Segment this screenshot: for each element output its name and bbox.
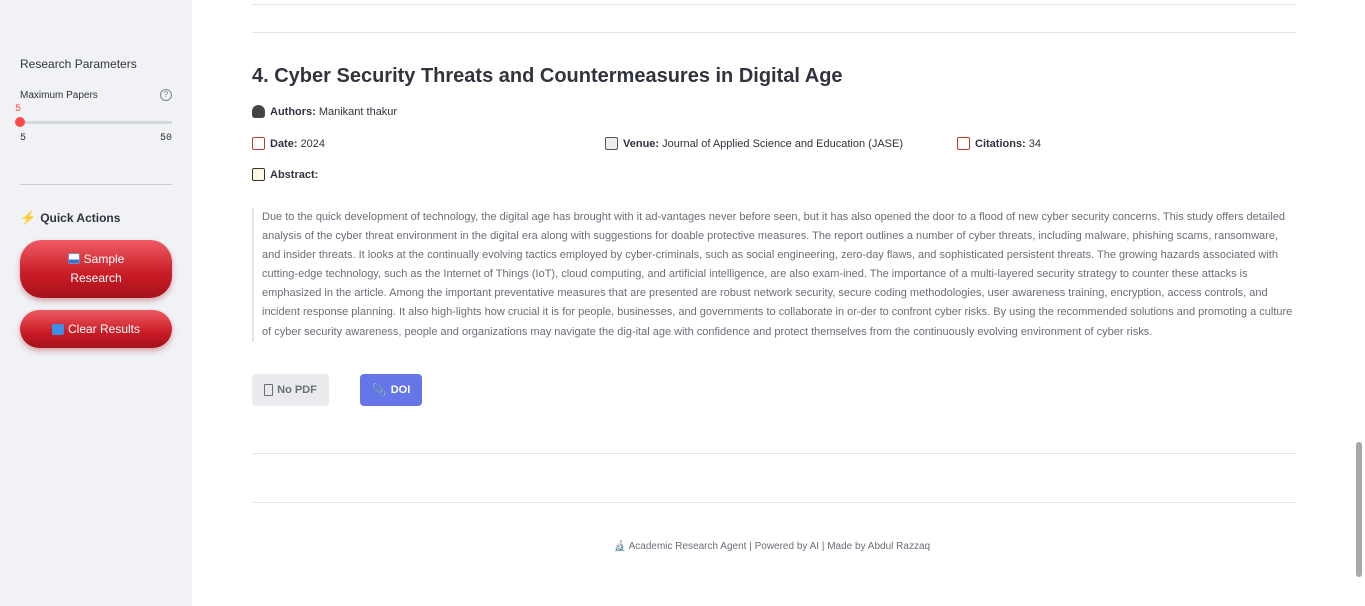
microscope-icon: 🔬 bbox=[613, 541, 627, 552]
calendar-icon bbox=[252, 137, 265, 150]
clear-results-button[interactable]: Clear Results bbox=[20, 310, 172, 348]
quick-actions-label: Quick Actions bbox=[40, 211, 121, 225]
authors-label: Authors: bbox=[270, 105, 316, 118]
paper-authors: Authors: Manikant thakur bbox=[252, 105, 397, 118]
paper-title: 4. Cyber Security Threats and Countermea… bbox=[252, 65, 843, 87]
refresh-icon bbox=[51, 323, 64, 335]
memo-icon bbox=[252, 168, 265, 181]
clear-results-label: Clear Results bbox=[67, 322, 141, 336]
max-papers-slider-track[interactable] bbox=[20, 121, 172, 124]
chart-up-icon bbox=[957, 137, 970, 150]
citations-label: Citations: bbox=[975, 137, 1026, 150]
divider-after-paper bbox=[252, 453, 1296, 454]
max-papers-slider-thumb[interactable] bbox=[15, 117, 25, 127]
abstract-heading: Abstract: bbox=[252, 168, 321, 181]
paper-citations: Citations: 34 bbox=[957, 137, 1041, 150]
no-pdf-label: No PDF bbox=[277, 384, 317, 396]
citations-value: 34 bbox=[1028, 137, 1041, 150]
venue-label: Venue: bbox=[623, 137, 660, 150]
max-papers-label: Maximum Papers bbox=[20, 90, 98, 101]
slider-current-value: 5 bbox=[15, 104, 22, 115]
quick-actions-header: ⚡ Quick Actions bbox=[20, 210, 120, 226]
date-value: 2024 bbox=[300, 137, 325, 150]
people-icon bbox=[252, 105, 265, 118]
document-icon bbox=[264, 384, 274, 396]
slider-max-label: 50 bbox=[160, 133, 173, 144]
sidebar: Research Parameters Maximum Papers ? 5 5… bbox=[0, 0, 192, 606]
help-icon[interactable]: ? bbox=[160, 89, 172, 101]
footer-text: Academic Research Agent | Powered by AI … bbox=[628, 541, 931, 552]
divider-top-previous bbox=[252, 4, 1296, 5]
research-parameters-title: Research Parameters bbox=[20, 57, 137, 71]
lightning-icon: ⚡ bbox=[20, 210, 37, 225]
bar-chart-icon bbox=[67, 253, 80, 264]
paper-venue: Venue: Journal of Applied Science and Ed… bbox=[605, 137, 903, 150]
abstract-label: Abstract: bbox=[270, 168, 319, 181]
newspaper-icon bbox=[605, 137, 618, 150]
authors-value: Manikant thakur bbox=[318, 105, 398, 118]
main-content: 4. Cyber Security Threats and Countermea… bbox=[192, 0, 1352, 606]
abstract-text: Due to the quick development of technolo… bbox=[252, 208, 1296, 342]
scrollbar-thumb[interactable] bbox=[1356, 442, 1362, 577]
doi-label: DOI bbox=[390, 384, 411, 396]
no-pdf-button: No PDF bbox=[252, 374, 329, 406]
paperclip-icon: 📎 bbox=[371, 383, 387, 397]
sidebar-divider bbox=[20, 184, 172, 185]
sample-research-button[interactable]: Sample Research bbox=[20, 240, 172, 298]
venue-value: Journal of Applied Science and Education… bbox=[662, 137, 904, 150]
slider-min-label: 5 bbox=[20, 133, 27, 144]
page-scrollbar[interactable] bbox=[1352, 0, 1365, 606]
doi-button[interactable]: 📎 DOI bbox=[360, 374, 422, 406]
divider-footer bbox=[252, 502, 1296, 503]
divider-top bbox=[252, 32, 1296, 33]
date-label: Date: bbox=[270, 137, 298, 150]
paper-date: Date: 2024 bbox=[252, 137, 325, 150]
footer: 🔬 Academic Research Agent | Powered by A… bbox=[192, 541, 1352, 552]
